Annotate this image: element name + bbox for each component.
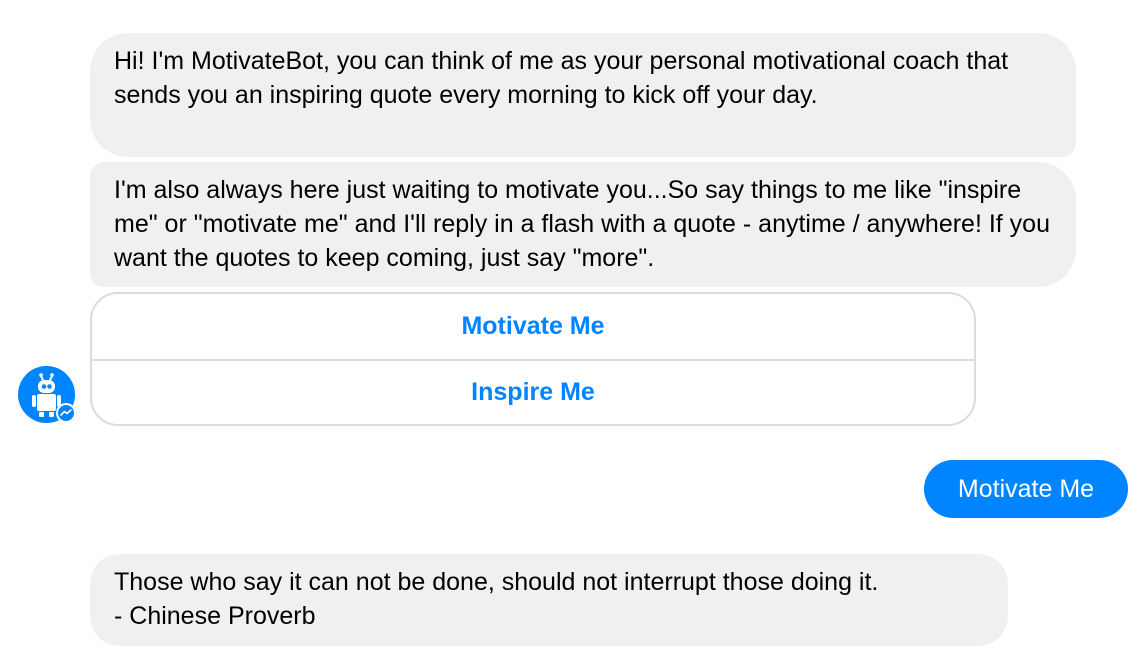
chat-thread: Hi! I'm MotivateBot, you can think of me… — [0, 0, 1140, 650]
user-message-text: Motivate Me — [957, 474, 1095, 503]
bot-message-instructions-text: I'm also always here just waiting to mot… — [114, 176, 1050, 272]
quote-attribution: - Chinese Proverb — [114, 602, 316, 630]
messenger-badge-icon — [56, 403, 76, 423]
quick-reply-motivate-me-button[interactable]: Motivate Me — [92, 294, 974, 359]
bot-message-intro: Hi! I'm MotivateBot, you can think of me… — [90, 33, 1076, 157]
bot-avatar — [18, 366, 76, 423]
user-message: Motivate Me — [924, 460, 1128, 518]
quick-replies: Motivate Me Inspire Me — [90, 292, 976, 426]
quote-text: Those who say it can not be done, should… — [114, 568, 879, 596]
bot-message-intro-text: Hi! I'm MotivateBot, you can think of me… — [114, 47, 1009, 109]
bot-message-quote: Those who say it can not be done, should… — [90, 554, 1008, 646]
quick-reply-inspire-me-button[interactable]: Inspire Me — [92, 359, 974, 424]
bot-message-instructions: I'm also always here just waiting to mot… — [90, 162, 1076, 287]
